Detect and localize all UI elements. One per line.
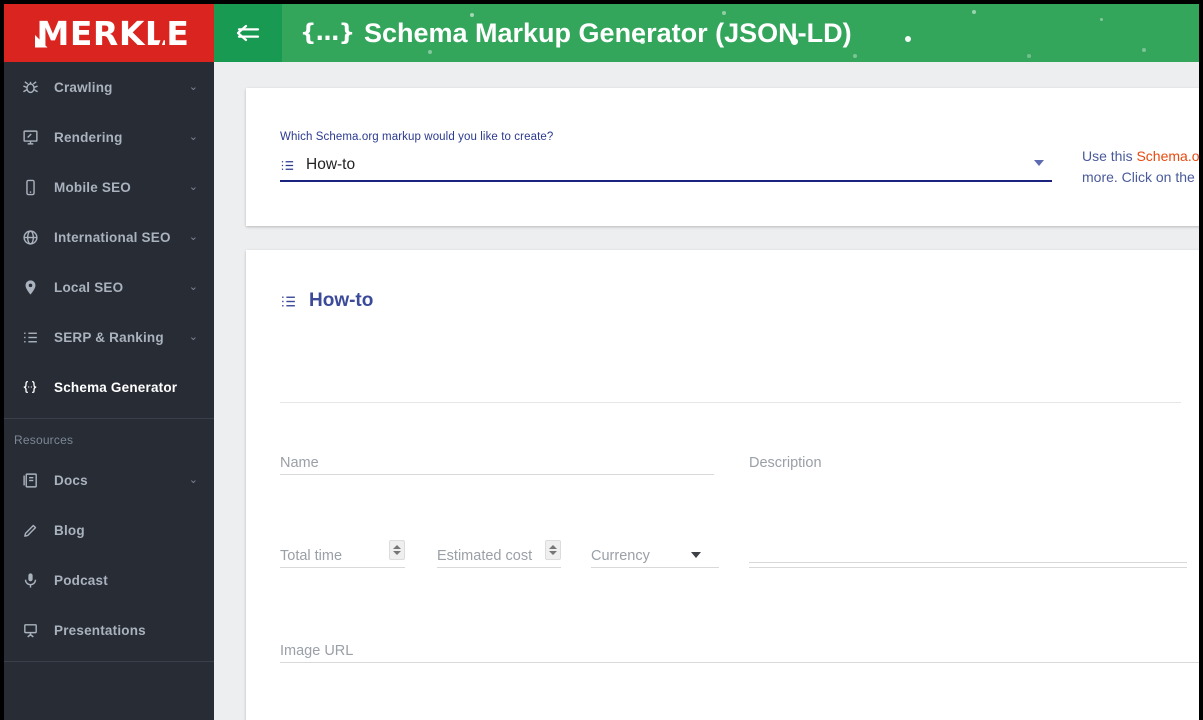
total-time-placeholder: Total time: [280, 548, 343, 564]
chevron-down-icon[interactable]: [1034, 160, 1044, 166]
sidebar-item-schema-generator[interactable]: Schema Generator: [4, 362, 214, 412]
form-divider: [280, 402, 1181, 403]
form-title: How-to: [309, 290, 374, 311]
confetti-dot: [722, 11, 726, 15]
schema-org-link[interactable]: Schema.or: [1136, 148, 1199, 164]
sidebar-item-label: Crawling: [54, 79, 113, 95]
sidebar-item-label: Schema Generator: [54, 379, 178, 395]
sidebar-item-international-seo[interactable]: International SEO ⌄: [4, 212, 214, 262]
schema-type-select[interactable]: How-to: [280, 150, 1052, 182]
stepper-up-icon[interactable]: [549, 545, 557, 549]
empty-field[interactable]: [749, 546, 1187, 568]
chevron-down-icon[interactable]: ⌄: [189, 281, 198, 293]
bug-icon: [18, 79, 42, 96]
schema-type-value: How-to: [306, 156, 356, 173]
page-title-bar: {...} Schema Markup Generator (JSON-LD): [282, 4, 1199, 62]
globe-icon: [18, 229, 42, 246]
chevron-down-icon[interactable]: ⌄: [189, 474, 198, 486]
sidebar-item-label: Rendering: [54, 129, 123, 145]
image-url-field[interactable]: Image URL: [280, 641, 1199, 663]
chevron-down-icon[interactable]: ⌄: [189, 181, 198, 193]
sidebar-item-crawling[interactable]: Crawling ⌄: [4, 62, 214, 112]
sidebar-item-rendering[interactable]: Rendering ⌄: [4, 112, 214, 162]
stepper-down-icon[interactable]: [549, 551, 557, 555]
list-ordered-icon: [280, 158, 295, 173]
list-ordered-icon: [18, 329, 42, 346]
confetti-dot: [470, 13, 474, 17]
name-field[interactable]: Name: [280, 453, 714, 475]
chevron-down-icon[interactable]: ⌄: [189, 131, 198, 143]
sidebar-item-label: Mobile SEO: [54, 179, 132, 195]
chevron-down-icon[interactable]: ⌄: [189, 231, 198, 243]
brand-wordmark-text: MERKLE: [29, 13, 190, 54]
main-content: Which Schema.org markup would you like t…: [214, 62, 1199, 720]
help-text-suffix: more. Click on the C: [1082, 169, 1199, 185]
curly-braces-icon: {...}: [300, 20, 355, 46]
chevron-down-icon[interactable]: [691, 552, 701, 558]
sidebar-section-label: Resources: [14, 433, 74, 447]
chevron-down-icon[interactable]: ⌄: [189, 331, 198, 343]
sidebar-item-presentations[interactable]: Presentations: [4, 605, 214, 655]
sidebar-item-podcast[interactable]: Podcast: [4, 555, 214, 605]
sidebar-item-label: Presentations: [54, 622, 146, 638]
total-time-stepper[interactable]: [389, 540, 405, 560]
sidebar-item-label: Podcast: [54, 572, 108, 588]
confetti-dot: [428, 50, 432, 54]
page-title: Schema Markup Generator (JSON-LD): [363, 17, 852, 48]
estimated-cost-field[interactable]: Estimated cost: [437, 540, 561, 568]
presentation-icon: [18, 622, 42, 639]
confetti-dot: [1100, 18, 1103, 21]
schema-selector-label: Which Schema.org markup would you like t…: [280, 131, 554, 143]
sidebar-item-label: Docs: [54, 472, 88, 488]
stepper-up-icon[interactable]: [393, 545, 401, 549]
top-bar: MERKLE {...} Schema Markup Generator (JS…: [4, 4, 1199, 62]
microphone-icon: [18, 572, 42, 589]
confetti-dot: [640, 39, 645, 44]
brand-name: MERKLE: [36, 13, 190, 53]
stepper-down-icon[interactable]: [393, 551, 401, 555]
currency-placeholder: Currency: [591, 548, 650, 564]
sidebar-item-label: International SEO: [54, 229, 171, 245]
pencil-icon: [18, 522, 42, 539]
sidebar-item-label: SERP & Ranking: [54, 329, 164, 345]
sidebar: Crawling ⌄ Rendering ⌄ Mobile SEO ⌄ Inte…: [4, 62, 214, 720]
list-ordered-icon: [280, 293, 297, 310]
sidebar-item-label: Local SEO: [54, 279, 124, 295]
estimated-cost-stepper[interactable]: [545, 540, 561, 560]
schema-selector-card: Which Schema.org markup would you like t…: [246, 88, 1199, 226]
confetti-dot: [972, 10, 976, 14]
confetti-dot: [791, 38, 798, 45]
brand-logo[interactable]: MERKLE: [4, 4, 214, 62]
help-text: Use this Schema.or more. Click on the C: [1082, 146, 1199, 188]
confetti-dot: [905, 36, 911, 42]
sidebar-item-docs[interactable]: Docs ⌄: [4, 455, 214, 505]
curly-braces-icon: [18, 379, 42, 395]
sidebar-divider: [4, 661, 214, 662]
sidebar-item-blog[interactable]: Blog: [4, 505, 214, 555]
sidebar-collapse-button[interactable]: [214, 4, 282, 62]
description-field-placeholder: Description: [749, 455, 822, 471]
app-root: MERKLE {...} Schema Markup Generator (JS…: [4, 4, 1199, 720]
confetti-dot: [1142, 48, 1146, 52]
currency-select[interactable]: Currency: [591, 546, 719, 568]
help-text-prefix: Use this: [1082, 148, 1137, 164]
chevron-down-icon[interactable]: ⌄: [189, 81, 198, 93]
confetti-dot: [853, 54, 857, 58]
map-pin-icon: [18, 279, 42, 296]
sidebar-item-local-seo[interactable]: Local SEO ⌄: [4, 262, 214, 312]
total-time-field[interactable]: Total time: [280, 540, 405, 568]
form-heading: How-to: [280, 290, 373, 312]
sidebar-item-mobile-seo[interactable]: Mobile SEO ⌄: [4, 162, 214, 212]
book-icon: [18, 472, 42, 489]
image-url-placeholder: Image URL: [280, 643, 354, 659]
confetti-dot: [1027, 54, 1031, 58]
sidebar-item-label: Blog: [54, 522, 85, 538]
estimated-cost-placeholder: Estimated cost: [437, 548, 533, 564]
monitor-icon: [18, 129, 42, 146]
sidebar-item-serp-ranking[interactable]: SERP & Ranking ⌄: [4, 312, 214, 362]
collapse-left-icon: [236, 24, 260, 42]
howto-form-card: How-to Name Description Total time Estim…: [246, 250, 1199, 720]
mobile-icon: [18, 179, 42, 196]
name-field-placeholder: Name: [280, 455, 319, 471]
